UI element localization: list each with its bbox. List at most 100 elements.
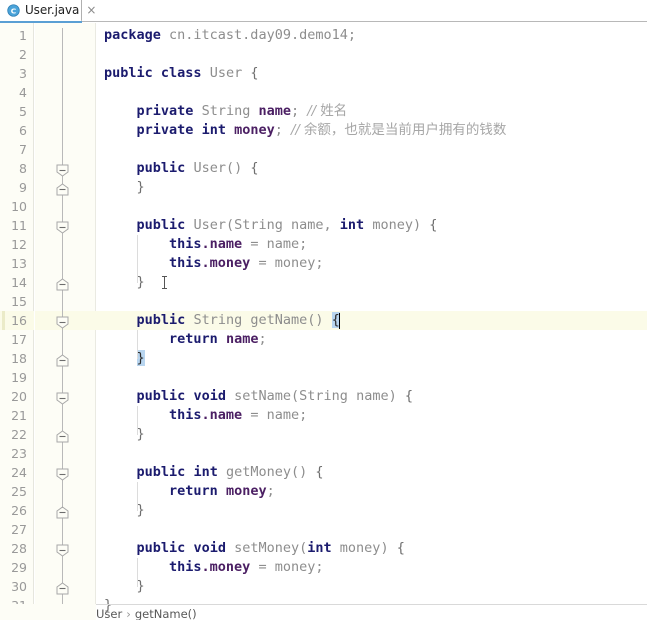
editor-tab-label: User.java <box>25 3 80 17</box>
plain-text: () <box>225 160 243 176</box>
line-number: 7 <box>19 142 27 157</box>
plain-text: money <box>372 217 413 233</box>
keyword: public <box>136 217 186 233</box>
keyword: public <box>136 388 186 404</box>
line-number: 4 <box>19 85 27 100</box>
fold-end-icon[interactable] <box>56 504 69 519</box>
line-number: 13 <box>11 256 27 271</box>
plain-text <box>283 217 291 233</box>
line-number-gutter[interactable]: 1 2 3 4 5 6 7 8 9 10 11 12 13 14 15 16 17 18 19 20 21 22 23 24 2… <box>0 23 34 620</box>
plain-text: cn.itcast.day09.demo14; <box>160 27 356 43</box>
plain-text <box>348 388 356 404</box>
field-name: .money <box>201 559 251 575</box>
code-line: } <box>104 349 145 368</box>
plain-text <box>226 122 234 138</box>
keyword: int <box>339 217 365 233</box>
keyword: public <box>136 312 186 328</box>
code-line: public int getMoney() { <box>104 463 324 482</box>
line-number: 24 <box>11 465 27 480</box>
line-number: 21 <box>11 408 27 423</box>
method-name: setMoney <box>234 540 300 556</box>
plain-text <box>104 578 137 594</box>
fold-collapse-icon[interactable] <box>56 542 69 557</box>
keyword: public <box>136 540 186 556</box>
keyword: private <box>136 122 194 138</box>
keyword: this <box>169 255 202 271</box>
method-name: User <box>193 217 226 233</box>
line-number: 28 <box>11 541 27 556</box>
plain-text <box>104 388 137 404</box>
plain-text <box>104 350 137 366</box>
keyword: public <box>136 464 186 480</box>
code-editor[interactable]: 1 2 3 4 5 6 7 8 9 10 11 12 13 14 15 16 17 18 19 20 21 22 23 24 2… <box>0 23 647 620</box>
breadcrumb-item[interactable]: getName() <box>135 608 197 620</box>
line-number: 19 <box>11 370 27 385</box>
keyword: class <box>160 65 202 81</box>
editor-tab-user-java[interactable]: C User.java × <box>0 0 96 22</box>
field-name: .name <box>201 407 243 423</box>
fold-collapse-icon[interactable] <box>56 162 69 177</box>
plain-text: ( <box>225 217 235 233</box>
plain-text <box>226 540 234 556</box>
breadcrumb[interactable]: User › getName() <box>96 608 197 620</box>
code-line: public String getName() { <box>104 311 340 330</box>
fold-end-icon[interactable] <box>56 580 69 595</box>
plain-text: name <box>356 388 389 404</box>
method-name: getName <box>250 312 308 328</box>
line-number: 2 <box>19 47 27 62</box>
fold-end-icon[interactable] <box>56 428 69 443</box>
code-text-area[interactable]: package cn.itcast.day09.demo14; public cl… <box>96 23 647 620</box>
fold-end-icon[interactable] <box>56 352 69 367</box>
fold-collapse-icon[interactable] <box>56 219 69 234</box>
code-line: this.name = name; <box>104 235 307 254</box>
fold-end-icon[interactable] <box>56 181 69 196</box>
code-line: public void setMoney(int money) { <box>104 539 405 558</box>
line-number: 3 <box>19 66 27 81</box>
line-number: 11 <box>11 218 27 233</box>
fold-end-icon[interactable] <box>56 276 69 291</box>
keyword: this <box>169 236 202 252</box>
line-number: 17 <box>11 332 27 347</box>
keyword: return <box>169 331 218 347</box>
code-line: return money; <box>104 482 275 501</box>
plain-text: () <box>291 464 308 480</box>
plain-text: money; <box>274 255 324 271</box>
plain-text: name <box>291 217 324 233</box>
comment: // <box>307 104 321 119</box>
keyword: public <box>104 65 153 81</box>
code-line: this.name = name; <box>104 406 307 425</box>
line-number: 10 <box>11 199 27 214</box>
code-line: package cn.itcast.day09.demo14; <box>104 26 356 45</box>
plain-text <box>104 103 137 119</box>
tab-bar-empty-space <box>82 0 647 21</box>
gutter-footer-fill <box>0 604 96 620</box>
keyword: public <box>136 160 186 176</box>
mouse-ibeam-cursor <box>161 275 168 290</box>
code-line: private String name; // 姓名 <box>104 102 348 121</box>
type-name: String <box>201 103 251 119</box>
brace: } <box>136 578 145 594</box>
plain-text: ; <box>258 331 267 347</box>
keyword: this <box>169 559 202 575</box>
plain-text <box>104 217 137 233</box>
plain-text <box>153 65 161 81</box>
close-icon[interactable]: × <box>86 4 96 16</box>
code-folding-gutter[interactable] <box>35 23 96 620</box>
keyword: package <box>104 27 161 43</box>
plain-text: ( <box>291 388 300 404</box>
fold-collapse-icon[interactable] <box>56 466 69 481</box>
fold-collapse-icon[interactable] <box>56 390 69 405</box>
type-name: String <box>234 217 283 233</box>
code-line: } <box>104 577 145 596</box>
plain-text <box>104 122 137 138</box>
plain-text <box>104 426 137 442</box>
keyword: return <box>169 483 218 499</box>
keyword: int <box>193 464 218 480</box>
line-number: 6 <box>19 123 27 138</box>
fold-collapse-icon[interactable] <box>56 314 69 329</box>
line-number: 25 <box>11 484 27 499</box>
code-line: public class User { <box>104 64 259 83</box>
field-name: money <box>234 122 275 138</box>
breadcrumb-item[interactable]: User <box>96 608 122 620</box>
code-line: public User(String name, int money) { <box>104 216 438 235</box>
